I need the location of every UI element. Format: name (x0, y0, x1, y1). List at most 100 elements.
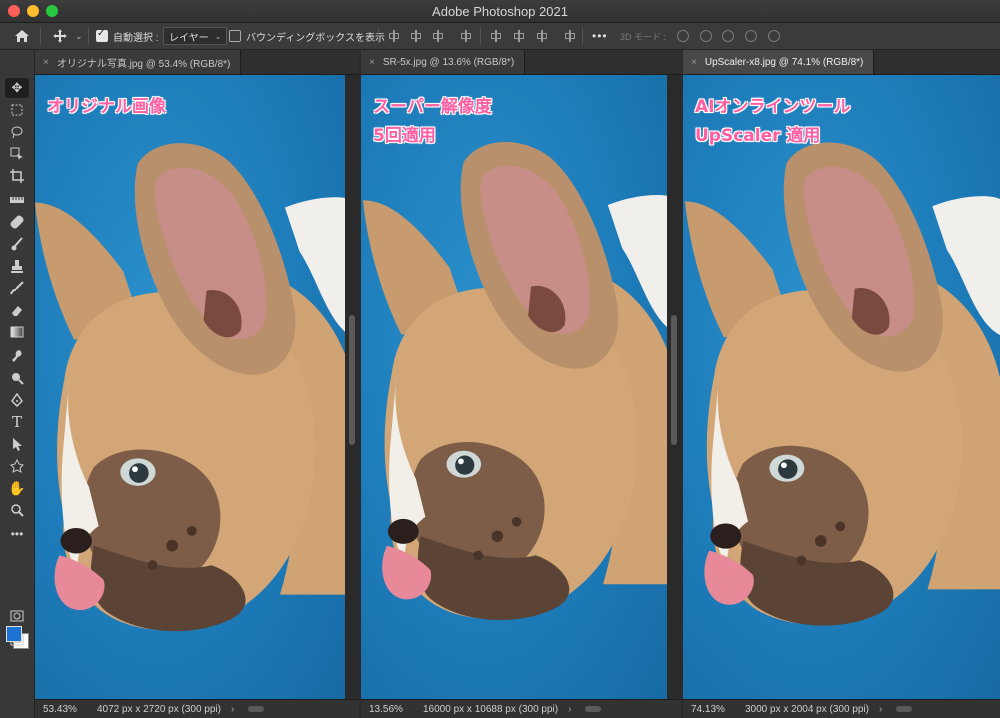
overlay-label: スーパー解像度 (373, 97, 492, 117)
horizontal-scrollbar[interactable] (896, 706, 913, 712)
document-window: × SR-5x.jpg @ 13.6% (RGB/8*) スーパー解像度 5回適… (361, 50, 681, 718)
overlay-label: AIオンラインツール (695, 97, 851, 117)
document-tab-bar: × オリジナル写真.jpg @ 53.4% (RGB/8*) (35, 50, 359, 75)
gradient-icon[interactable] (5, 322, 29, 342)
close-icon[interactable]: × (369, 57, 375, 68)
auto-select-label: 自動選択 : (113, 32, 159, 44)
document-tab[interactable]: × オリジナル写真.jpg @ 53.4% (RGB/8*) (35, 50, 242, 74)
options-bar: ⌄ 自動選択 : レイヤー ⌄ バウンディングボックスを表示 ••• 3D モー… (0, 23, 1000, 50)
document-tab-title: UpScaler-x8.jpg @ 74.1% (RGB/8*) (704, 56, 864, 68)
chevron-right-icon[interactable]: › (568, 704, 571, 715)
status-bar: 74.13% 3000 px x 2004 px (300 ppi) › (683, 699, 1000, 718)
zoom-level[interactable]: 74.13% (691, 704, 739, 715)
distribute-h-icon[interactable] (460, 23, 472, 49)
document-dimensions: 3000 px x 2004 px (300 ppi) (745, 703, 869, 715)
document-canvas[interactable]: AIオンラインツール UpScaler 適用 (683, 75, 1000, 700)
hand-icon[interactable]: ✋ (5, 478, 29, 498)
vertical-scrollbar[interactable] (345, 75, 359, 700)
chevron-right-icon[interactable]: › (231, 704, 234, 715)
dog-photo (35, 143, 345, 632)
marquee-icon[interactable] (5, 100, 29, 120)
document-tab-title: SR-5x.jpg @ 13.6% (RGB/8*) (382, 56, 515, 68)
shape-icon[interactable] (5, 456, 29, 476)
document-tab[interactable]: × UpScaler-x8.jpg @ 74.1% (RGB/8*) (683, 50, 875, 74)
zoom-level[interactable]: 13.56% (369, 704, 417, 715)
divider (40, 28, 41, 44)
document-window: × オリジナル写真.jpg @ 53.4% (RGB/8*) オリジナル画像 5… (35, 50, 359, 718)
ruler-icon[interactable] (5, 190, 29, 210)
swap-colors-icon[interactable] (5, 552, 29, 562)
document-dimensions: 4072 px x 2720 px (300 ppi) (97, 703, 221, 715)
align-top-icon[interactable] (490, 23, 502, 49)
stamp-icon[interactable] (5, 256, 29, 276)
dodge-icon[interactable] (5, 368, 29, 388)
align-vcenter-icon[interactable] (513, 23, 525, 49)
layer-select-value: レイヤー (169, 32, 209, 44)
align-left-icon[interactable] (388, 23, 400, 49)
auto-select-checkbox[interactable] (96, 28, 108, 42)
3d-pan-icon[interactable] (722, 23, 734, 49)
object-select-icon[interactable] (5, 144, 29, 164)
document-canvas[interactable]: オリジナル画像 (35, 75, 345, 700)
close-icon[interactable]: × (691, 57, 697, 68)
chevron-down-icon[interactable]: ⌄ (75, 23, 83, 49)
type-icon[interactable]: T (5, 412, 29, 432)
vertical-scrollbar[interactable] (667, 75, 681, 700)
distribute-v-icon[interactable] (564, 23, 576, 49)
align-bottom-icon[interactable] (536, 23, 548, 49)
brush-icon[interactable] (5, 234, 29, 254)
bounding-box-checkbox[interactable] (229, 30, 241, 42)
document-dimensions: 16000 px x 10688 px (300 ppi) (423, 703, 559, 715)
3d-orbit-icon[interactable] (677, 23, 689, 49)
dog-photo (685, 142, 1000, 626)
more-tools-icon[interactable]: ••• (5, 524, 29, 544)
move-icon[interactable] (52, 23, 68, 49)
chevron-right-icon[interactable]: › (879, 704, 882, 715)
auto-select-toggle[interactable]: 自動選択 : (96, 23, 159, 49)
dog-photo (363, 141, 667, 621)
status-bar: 13.56% 16000 px x 10688 px (300 ppi) › (361, 699, 681, 718)
healing-icon[interactable] (5, 212, 29, 232)
bounding-box-toggle[interactable]: バウンディングボックスを表示 (229, 23, 385, 49)
horizontal-scrollbar[interactable] (248, 706, 265, 712)
close-icon[interactable]: × (43, 57, 49, 68)
layer-select-dropdown[interactable]: レイヤー ⌄ (163, 27, 228, 45)
app-title: Adobe Photoshop 2021 (432, 4, 568, 19)
divider (582, 28, 583, 44)
bounding-box-label: バウンディングボックスを表示 (246, 32, 385, 44)
tools-panel: ✥ T ✋ ••• (0, 50, 35, 718)
document-window: × UpScaler-x8.jpg @ 74.1% (RGB/8*) AIオンラ… (683, 50, 1000, 718)
3d-mode-label: 3D モード : (620, 31, 667, 42)
overlay-label: オリジナル画像 (47, 97, 166, 117)
document-tab[interactable]: × SR-5x.jpg @ 13.6% (RGB/8*) (361, 50, 526, 74)
align-right-icon[interactable] (432, 23, 444, 49)
overlay-label: UpScaler 適用 (695, 126, 821, 146)
3d-roll-icon[interactable] (700, 23, 712, 49)
pen-icon[interactable] (5, 390, 29, 410)
lasso-icon[interactable] (5, 122, 29, 142)
divider (88, 28, 89, 44)
document-tab-title: オリジナル写真.jpg @ 53.4% (RGB/8*) (56, 58, 231, 70)
zoom-level[interactable]: 53.43% (43, 704, 91, 715)
align-hcenter-icon[interactable] (410, 23, 422, 49)
more-options-icon[interactable]: ••• (592, 23, 608, 49)
quick-mask-icon[interactable] (5, 606, 29, 626)
3d-scale-icon[interactable] (768, 23, 780, 49)
history-brush-icon[interactable] (5, 278, 29, 298)
horizontal-scrollbar[interactable] (585, 706, 602, 712)
overlay-label: 5回適用 (373, 126, 436, 146)
foreground-color-swatch[interactable] (6, 626, 22, 642)
document-tab-bar: × SR-5x.jpg @ 13.6% (RGB/8*) (361, 50, 681, 75)
divider (378, 28, 379, 44)
move-icon[interactable]: ✥ (5, 78, 29, 98)
crop-icon[interactable] (5, 166, 29, 186)
zoom-icon[interactable] (5, 500, 29, 520)
3d-slide-icon[interactable] (745, 23, 757, 49)
home-icon[interactable] (14, 23, 30, 49)
document-canvas[interactable]: スーパー解像度 5回適用 (361, 75, 667, 700)
document-tab-bar: × UpScaler-x8.jpg @ 74.1% (RGB/8*) (683, 50, 1000, 75)
smudge-icon[interactable] (5, 346, 29, 366)
divider (480, 28, 481, 44)
path-select-icon[interactable] (5, 434, 29, 454)
eraser-icon[interactable] (5, 300, 29, 320)
